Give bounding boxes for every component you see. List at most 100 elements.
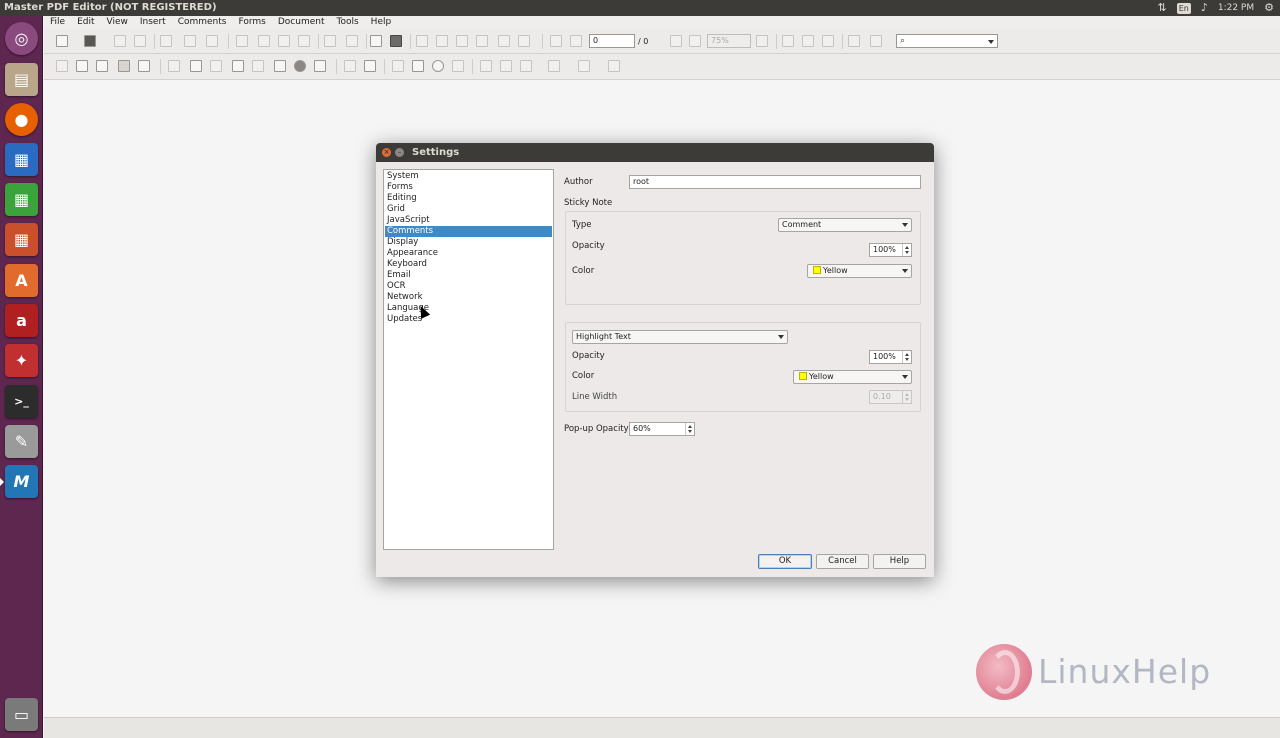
actual-size-icon[interactable] [782,35,794,47]
text-select-icon[interactable] [76,60,88,72]
network-arrows-icon[interactable]: ⇅ [1157,1,1166,15]
menu-tools[interactable]: Tools [331,16,365,29]
page-number-input[interactable]: 0 [589,34,635,48]
rotate-left-icon[interactable] [848,35,860,47]
add-text-icon[interactable] [344,60,356,72]
select-all-icon[interactable] [370,35,382,47]
text-editor-icon[interactable]: ✎ [5,425,38,458]
align-center-icon[interactable] [498,35,510,47]
signature-field-icon[interactable] [314,60,326,72]
clock[interactable]: 1:22 PM [1218,3,1254,13]
spin-buttons[interactable] [902,244,911,256]
category-comments[interactable]: Comments [385,226,552,237]
save-icon[interactable] [114,35,126,47]
menu-help[interactable]: Help [365,16,398,29]
fill-icon[interactable] [390,35,402,47]
line-tool-icon[interactable] [392,60,404,72]
volume-icon[interactable]: ♪ [1201,1,1208,15]
cancel-button[interactable]: Cancel [816,554,869,569]
menu-comments[interactable]: Comments [172,16,233,29]
menu-view[interactable]: View [101,16,134,29]
highlight-color-select[interactable]: Yellow [793,370,912,384]
spin-buttons[interactable] [685,423,694,435]
system-settings-icon[interactable]: ✦ [5,344,38,377]
combo-field-icon[interactable] [274,60,286,72]
align-bottom-icon[interactable] [456,35,468,47]
add-image-icon[interactable] [364,60,376,72]
align-middle-icon[interactable] [436,35,448,47]
align-top-icon[interactable] [416,35,428,47]
software-center-icon[interactable]: A [5,264,38,297]
hand-tool-icon[interactable] [118,60,130,72]
chevron-down-icon[interactable] [988,40,994,44]
new-document-icon[interactable] [56,35,68,47]
ok-button[interactable]: OK [758,554,812,569]
master-pdf-icon[interactable]: M [5,465,38,498]
previous-page-icon[interactable] [550,35,562,47]
popup-opacity-spinbox[interactable]: 60% [629,422,695,436]
spin-buttons[interactable] [902,351,911,363]
note-tool-icon[interactable] [480,60,492,72]
files-icon[interactable]: ▤ [5,63,38,96]
firefox-icon[interactable]: ● [5,103,38,136]
highlight-tool-icon[interactable] [520,60,532,72]
print-icon[interactable] [184,35,196,47]
sticky-color-select[interactable]: Yellow [807,264,912,278]
sticky-type-select[interactable]: Comment [778,218,912,232]
open-folder-icon[interactable] [84,35,96,47]
ubuntu-dash-icon[interactable]: ◎ [5,22,38,55]
search-input[interactable]: ⌕ [896,34,998,48]
measure-icon[interactable] [608,60,620,72]
minimize-icon[interactable]: – [395,148,404,157]
amazon-icon[interactable]: a [5,304,38,337]
gear-icon[interactable]: ⚙ [1264,1,1274,15]
sticky-opacity-spinbox[interactable]: 100% [869,243,912,257]
menu-edit[interactable]: Edit [71,16,100,29]
button-field-icon[interactable] [190,60,202,72]
fit-visible-icon[interactable] [822,35,834,47]
trash-icon[interactable]: ▭ [5,698,38,731]
terminal-icon[interactable]: >_ [5,385,38,418]
next-page-icon[interactable] [570,35,582,47]
impress-icon[interactable]: ▦ [5,223,38,256]
radio-field-icon[interactable] [294,60,306,72]
dialog-titlebar[interactable]: × – Settings [376,143,934,162]
zoom-select[interactable]: 75% [707,34,751,48]
calc-icon[interactable]: ▦ [5,183,38,216]
category-email[interactable]: Email [385,270,552,281]
category-system[interactable]: System [385,171,552,182]
align-right-icon[interactable] [518,35,530,47]
attachment-icon[interactable] [500,60,512,72]
category-ocr[interactable]: OCR [385,281,552,292]
highlight-opacity-spinbox[interactable]: 100% [869,350,912,364]
undo-icon[interactable] [324,35,336,47]
fit-page-icon[interactable] [670,35,682,47]
paste-icon[interactable] [278,35,290,47]
cut-icon[interactable] [236,35,248,47]
print-preview-icon[interactable] [206,35,218,47]
highlight-mode-select[interactable]: Highlight Text [572,330,788,344]
category-appearance[interactable]: Appearance [385,248,552,259]
keyboard-language-indicator[interactable]: En [1176,2,1191,14]
zoom-in-icon[interactable] [756,35,768,47]
list-field-icon[interactable] [252,60,264,72]
category-grid[interactable]: Grid [385,204,552,215]
rectangle-tool-icon[interactable] [412,60,424,72]
category-keyboard[interactable]: Keyboard [385,259,552,270]
zoom-out-icon[interactable] [689,35,701,47]
copy-icon[interactable] [258,35,270,47]
menu-forms[interactable]: Forms [232,16,271,29]
text-field-icon[interactable] [232,60,244,72]
pointer-tool-icon[interactable] [56,60,68,72]
category-javascript[interactable]: JavaScript [385,215,552,226]
edit-objects-icon[interactable] [138,60,150,72]
align-left-icon[interactable] [476,35,488,47]
pencil-tool-icon[interactable] [452,60,464,72]
link-icon[interactable] [168,60,180,72]
email-icon[interactable] [160,35,172,47]
rotate-right-icon[interactable] [870,35,882,47]
fit-width-icon[interactable] [802,35,814,47]
redo-icon[interactable] [346,35,358,47]
menu-document[interactable]: Document [272,16,331,29]
author-input[interactable]: root [629,175,921,189]
